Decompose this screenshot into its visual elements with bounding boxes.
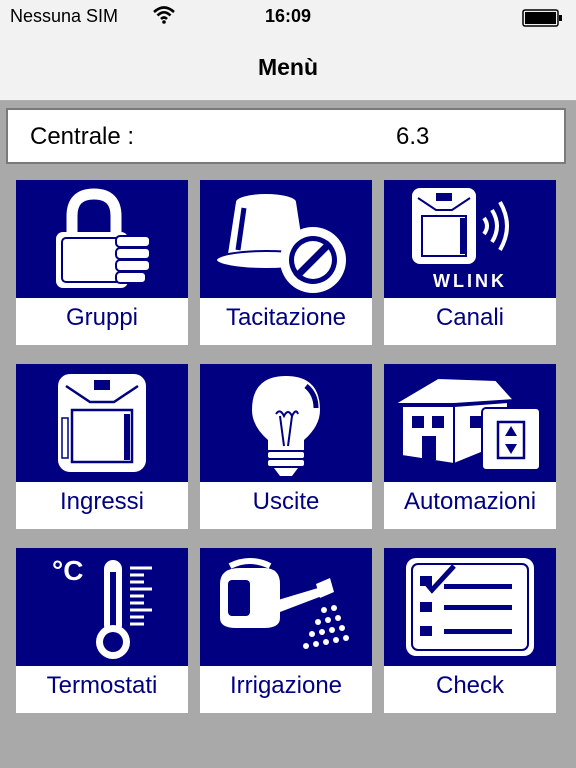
page-title: Menù (257, 54, 319, 80)
checklist-icon (406, 558, 534, 656)
tile-label: Termostati (46, 672, 158, 699)
celsius-badge: °C (52, 555, 83, 586)
status-bar: Nessuna SIM 16:09 (0, 0, 576, 34)
tile-termostati[interactable]: °C Termostati (16, 548, 188, 713)
muted-siren-icon (215, 194, 346, 293)
wlink-badge: WLINK (433, 271, 507, 291)
battery-icon (522, 9, 562, 27)
clock: 16:09 (264, 6, 312, 26)
light-bulb-icon (252, 376, 320, 476)
tile-ingressi[interactable]: Ingressi (16, 364, 188, 529)
central-version: 6.3 (396, 123, 430, 150)
tile-label: Gruppi (65, 304, 139, 331)
tile-label: Ingressi (59, 488, 145, 515)
tile-label: Canali (435, 304, 505, 331)
tile-label: Automazioni (403, 488, 537, 515)
tile-uscite[interactable]: Uscite (200, 364, 372, 529)
tile-label: Irrigazione (229, 672, 343, 699)
tile-check[interactable]: Check (384, 548, 556, 713)
tile-label: Uscite (252, 488, 320, 515)
tile-label: Check (435, 672, 505, 699)
tile-gruppi[interactable]: Gruppi (16, 180, 188, 345)
tile-label: Tacitazione (225, 304, 347, 331)
tile-tacitazione[interactable]: Tacitazione (200, 180, 372, 345)
padlock-icon (56, 188, 151, 288)
house-icon (390, 376, 541, 471)
wlink-device-icon: WLINK (404, 188, 536, 292)
central-info-bar: Centrale : 6.3 (6, 108, 566, 164)
tile-automazioni[interactable]: Automazioni (384, 364, 556, 529)
watering-can-icon (220, 558, 349, 649)
navigation-bar: Menù (0, 34, 576, 101)
central-label: Centrale : (30, 123, 135, 150)
sensor-device-icon (58, 374, 146, 472)
tile-irrigazione[interactable]: Irrigazione (200, 548, 372, 713)
thermometer-icon: °C (52, 555, 152, 659)
tile-canali[interactable]: WLINK Canali (384, 180, 556, 345)
